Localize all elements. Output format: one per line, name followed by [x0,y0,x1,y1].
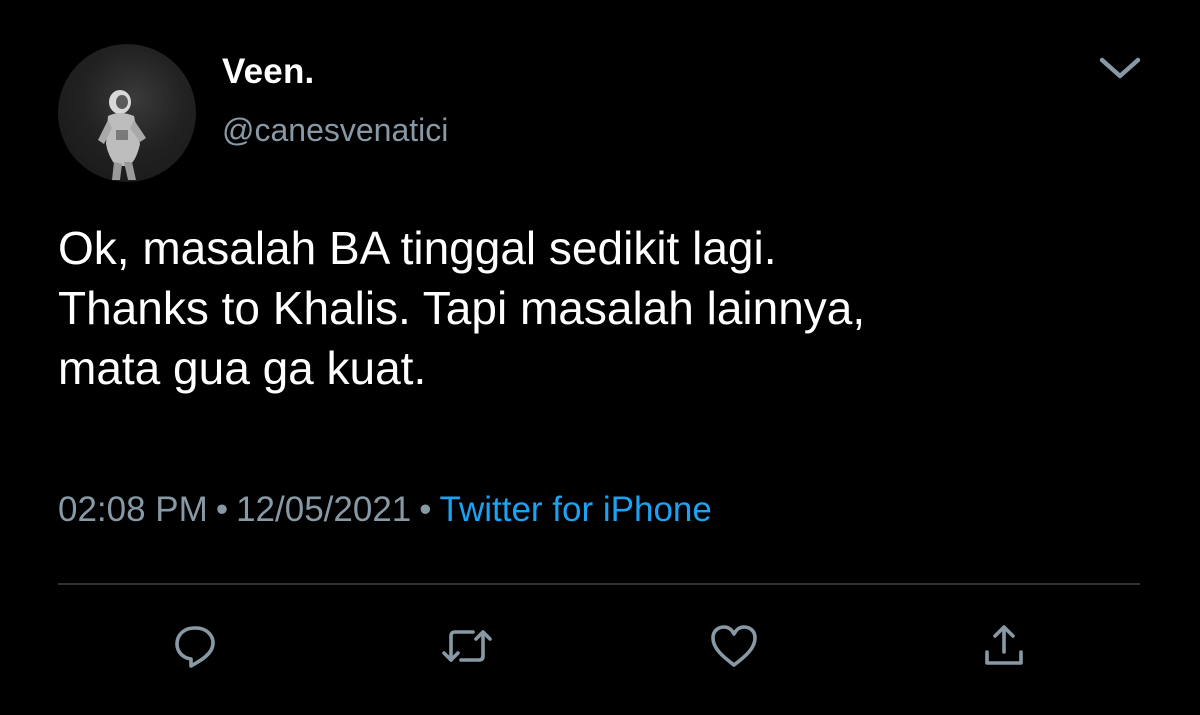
display-name[interactable]: Veen. [222,52,314,92]
chevron-down-icon [1099,57,1141,79]
share-icon [985,625,1023,665]
reply-button[interactable] [166,622,226,678]
tweet-card: Veen. @canesvenatici Ok, masalah BA ting… [0,0,1200,715]
tweet-date[interactable]: 12/05/2021 [236,490,411,529]
meta-separator: • [215,490,229,529]
tweet-text: Ok, masalah BA tinggal sedikit lagi. Tha… [58,222,866,394]
tweet-menu-button[interactable] [1092,48,1148,88]
reply-icon [175,626,215,668]
retweet-icon [442,630,492,662]
tweet-time: 02:08 PM [58,490,208,529]
tweet-source-link[interactable]: Twitter for iPhone [440,490,712,529]
like-button[interactable] [704,622,764,678]
heart-icon [711,625,757,667]
share-button[interactable] [974,622,1034,678]
avatar[interactable] [58,44,196,182]
divider [58,583,1140,585]
retweet-button[interactable] [437,622,497,678]
user-handle[interactable]: @canesvenatici [222,112,448,149]
astronaut-avatar-image [98,90,146,180]
tweet-metadata: 02:08 PM • 12/05/2021 • Twitter for iPhone [58,490,712,530]
meta-separator: • [419,490,432,529]
